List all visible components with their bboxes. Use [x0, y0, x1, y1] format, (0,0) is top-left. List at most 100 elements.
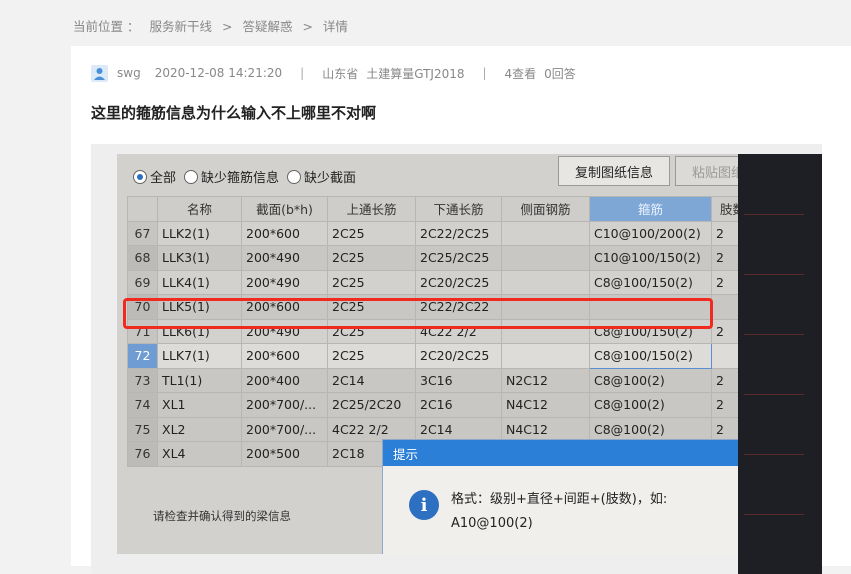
- tip-dialog: 提示 × i 格式：级别+直径+间距+(肢数)，如: A10@100(2): [382, 439, 760, 554]
- cell[interactable]: C8@100(2): [589, 416, 712, 442]
- cell[interactable]: 200*400: [241, 367, 328, 393]
- post-software: 土建算量GTJ2018: [366, 66, 465, 81]
- red-annotation-box: [123, 298, 713, 329]
- post-location: 山东省: [322, 66, 359, 81]
- table-row-selected[interactable]: 72 LLK7(1) 200*600 2C25 2C20/2C25 C8@100…: [127, 343, 754, 369]
- cell[interactable]: 2C25: [327, 269, 416, 295]
- dialog-message: 格式：级别+直径+间距+(肢数)，如: A10@100(2): [451, 488, 667, 536]
- post-datetime: 2020-12-08 14:21:20: [154, 66, 283, 80]
- dialog-message-example: A10@100(2): [451, 516, 533, 531]
- table-row[interactable]: 74 XL1 200*700/... 2C25/2C20 2C16 N4C12 …: [127, 392, 754, 418]
- dialog-titlebar: 提示 ×: [383, 440, 759, 466]
- cell[interactable]: C8@100(2): [589, 392, 712, 418]
- cell[interactable]: 2C25: [327, 245, 416, 271]
- cell[interactable]: C8@100(2): [589, 367, 712, 393]
- cell[interactable]: LLK4(1): [157, 269, 242, 295]
- answer-count: 0回答: [544, 66, 576, 81]
- radio-missing-section[interactable]: 缺少截面: [287, 167, 356, 186]
- meta-separator: |: [482, 66, 487, 80]
- row-number: 72: [127, 343, 158, 369]
- row-number: 67: [127, 220, 158, 246]
- cell[interactable]: [501, 343, 590, 369]
- col-header-name[interactable]: 名称: [157, 196, 242, 222]
- breadcrumb-item-qa[interactable]: 答疑解惑: [242, 19, 292, 34]
- cell[interactable]: N4C12: [501, 416, 590, 442]
- breadcrumb-label: 当前位置 ：: [73, 19, 140, 34]
- cell[interactable]: 2C20/2C25: [415, 343, 502, 369]
- table-row[interactable]: 69 LLK4(1) 200*490 2C25 2C20/2C25 C8@100…: [127, 269, 754, 295]
- cell[interactable]: 2C25: [327, 343, 416, 369]
- beam-table: 名称 截面(b*h) 上通长筋 下通长筋 侧面钢筋 箍筋 肢数 67 LLK2(…: [127, 196, 754, 467]
- col-header-top-bar[interactable]: 上通长筋: [327, 196, 416, 222]
- cell[interactable]: N2C12: [501, 367, 590, 393]
- cell[interactable]: C8@100/150(2): [589, 269, 712, 295]
- row-number: 76: [127, 441, 158, 467]
- radio-icon: [184, 169, 199, 184]
- cell[interactable]: XL1: [157, 392, 242, 418]
- cell[interactable]: 4C22 2/2: [327, 416, 416, 442]
- cell[interactable]: 2C16: [415, 392, 502, 418]
- col-header-bottom-bar[interactable]: 下通长筋: [415, 196, 502, 222]
- cell[interactable]: 2C25/2C20: [327, 392, 416, 418]
- cell[interactable]: C10@100/150(2): [589, 245, 712, 271]
- table-row[interactable]: 68 LLK3(1) 200*490 2C25 2C25/2C25 C10@10…: [127, 245, 754, 271]
- breadcrumb-item-service[interactable]: 服务新干线: [149, 19, 212, 34]
- col-header-index: [127, 196, 158, 222]
- avatar-icon[interactable]: [91, 64, 108, 82]
- question-title: 这里的箍筋信息为什么输入不上哪里不对啊: [91, 104, 377, 122]
- background-window: [738, 154, 822, 574]
- cell[interactable]: 2C22/2C25: [415, 220, 502, 246]
- cell[interactable]: 200*600: [241, 343, 328, 369]
- radio-all[interactable]: 全部: [133, 167, 176, 186]
- dialog-message-line: 格式：级别+直径+间距+(肢数)，如:: [451, 492, 668, 507]
- col-header-stirrup[interactable]: 箍筋: [589, 196, 712, 222]
- cell[interactable]: 200*490: [241, 245, 328, 271]
- cell[interactable]: LLK2(1): [157, 220, 242, 246]
- breadcrumb: 当前位置 ： 服务新干线 > 答疑解惑 > 详情: [73, 16, 354, 35]
- col-header-section[interactable]: 截面(b*h): [241, 196, 328, 222]
- cell[interactable]: [501, 269, 590, 295]
- confirm-hint: 请检查并确认得到的梁信息: [153, 509, 291, 523]
- cell-focused[interactable]: C8@100/150(2): [589, 343, 712, 369]
- attached-photo[interactable]: 全部 缺少箍筋信息 缺少截面 复制图纸信息 粘贴图纸信息 名称 截面(b*h) …: [91, 144, 822, 574]
- view-count: 4查看: [504, 66, 537, 81]
- row-number: 69: [127, 269, 158, 295]
- cell[interactable]: 200*600: [241, 220, 328, 246]
- author-name[interactable]: swg: [117, 66, 141, 80]
- table-row[interactable]: 75 XL2 200*700/... 4C22 2/2 2C14 N4C12 C…: [127, 416, 754, 442]
- cell[interactable]: 200*490: [241, 269, 328, 295]
- cell[interactable]: 200*500: [241, 441, 328, 467]
- cell[interactable]: LLK3(1): [157, 245, 242, 271]
- cell[interactable]: 2C14: [327, 367, 416, 393]
- meta-separator: |: [300, 66, 305, 80]
- cell[interactable]: 3C16: [415, 367, 502, 393]
- post-meta: swg 2020-12-08 14:21:20 | 山东省 土建算量GTJ201…: [91, 63, 576, 83]
- breadcrumb-separator: >: [221, 19, 233, 34]
- cell[interactable]: C10@100/200(2): [589, 220, 712, 246]
- row-number: 74: [127, 392, 158, 418]
- table-row[interactable]: 67 LLK2(1) 200*600 2C25 2C22/2C25 C10@10…: [127, 220, 754, 246]
- cell[interactable]: TL1(1): [157, 367, 242, 393]
- row-number: 75: [127, 416, 158, 442]
- cell[interactable]: XL2: [157, 416, 242, 442]
- cell[interactable]: [501, 245, 590, 271]
- radio-missing-stirrup[interactable]: 缺少箍筋信息: [184, 167, 279, 186]
- cell[interactable]: 200*700/...: [241, 392, 328, 418]
- breadcrumb-separator: >: [302, 19, 313, 34]
- col-header-side-bar[interactable]: 侧面钢筋: [501, 196, 590, 222]
- cell[interactable]: 2C14: [415, 416, 502, 442]
- cell[interactable]: XL4: [157, 441, 242, 467]
- info-icon: i: [409, 490, 439, 520]
- cell[interactable]: 2C25: [327, 220, 416, 246]
- cell[interactable]: LLK7(1): [157, 343, 242, 369]
- dialog-title: 提示: [393, 446, 419, 462]
- cell[interactable]: 2C20/2C25: [415, 269, 502, 295]
- cell[interactable]: [501, 220, 590, 246]
- radio-checked-icon: [133, 169, 147, 184]
- cell[interactable]: 200*700/...: [241, 416, 328, 442]
- cell[interactable]: 2C25/2C25: [415, 245, 502, 271]
- cell[interactable]: N4C12: [501, 392, 590, 418]
- question-card: swg 2020-12-08 14:21:20 | 山东省 土建算量GTJ201…: [71, 46, 851, 574]
- copy-drawing-button[interactable]: 复制图纸信息: [558, 156, 670, 186]
- table-row[interactable]: 73 TL1(1) 200*400 2C14 3C16 N2C12 C8@100…: [127, 367, 754, 393]
